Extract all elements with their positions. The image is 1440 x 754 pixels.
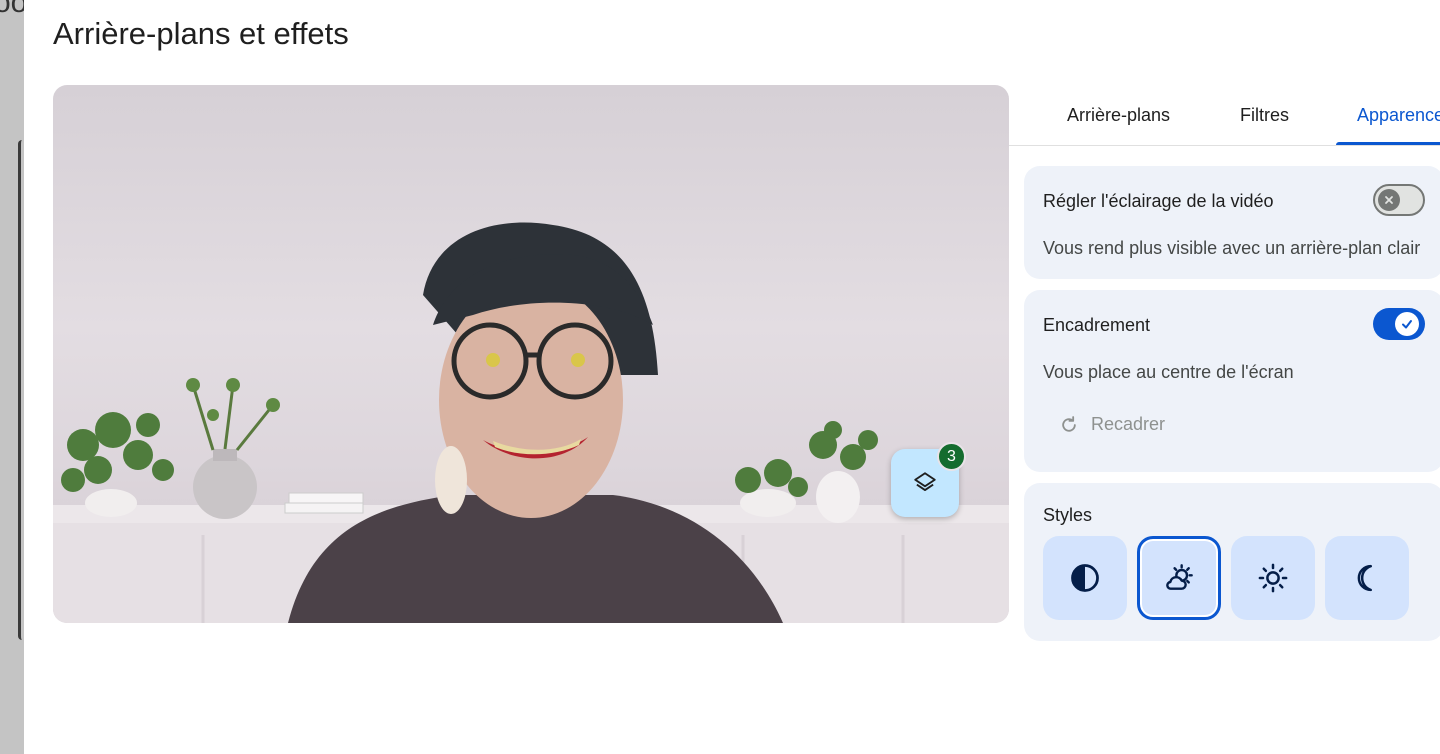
- framing-title: Encadrement: [1043, 315, 1151, 335]
- tab-bar: Arrière-plans Filtres Apparence: [1009, 95, 1440, 146]
- framing-description: Vous place au centre de l'écran: [1043, 362, 1294, 382]
- styles-title: Styles: [1043, 505, 1093, 525]
- self-view-video: [53, 222, 1009, 623]
- plant-left: [61, 412, 174, 517]
- effects-count-badge: 3: [937, 442, 966, 471]
- active-tab-indicator: [1336, 142, 1440, 145]
- styles-card: Styles: [1024, 483, 1440, 641]
- sun-icon: [1258, 563, 1288, 593]
- books: [284, 492, 364, 514]
- layers-icon: [914, 472, 936, 492]
- lighting-toggle[interactable]: [1373, 184, 1425, 216]
- lighting-description: Vous rend plus visible avec un arrière-p…: [1043, 238, 1421, 258]
- framing-card: Encadrement Vous place au centre de l'éc…: [1024, 290, 1440, 472]
- check-icon: [1402, 320, 1412, 329]
- style-option-partly-cloudy[interactable]: [1137, 536, 1221, 620]
- contrast-icon: [1071, 564, 1099, 592]
- tab-appearance[interactable]: Apparence: [1357, 105, 1440, 126]
- partly-cloudy-icon: [1166, 564, 1193, 590]
- framing-toggle[interactable]: [1373, 308, 1425, 340]
- video-preview: [53, 85, 1009, 623]
- reframe-button[interactable]: Recadrer: [1059, 414, 1165, 435]
- lighting-title: Régler l'éclairage de la vidéo: [1043, 191, 1274, 211]
- style-option-contrast[interactable]: [1043, 536, 1127, 620]
- moon-icon: [1357, 564, 1372, 592]
- person: [288, 222, 783, 623]
- lighting-card: Régler l'éclairage de la vidéo Vous rend…: [1024, 166, 1440, 279]
- vase-left: [186, 378, 280, 519]
- tab-filters[interactable]: Filtres: [1240, 105, 1289, 126]
- close-icon: [1385, 196, 1393, 204]
- style-option-moon[interactable]: [1325, 536, 1409, 620]
- style-option-sun[interactable]: [1231, 536, 1315, 620]
- refresh-icon: [1062, 415, 1076, 432]
- dialog-title: Arrière-plans et effets: [53, 16, 349, 51]
- background-app: oo: [0, 0, 27, 754]
- reframe-label: Recadrer: [1091, 414, 1166, 434]
- tab-backgrounds[interactable]: Arrière-plans: [1067, 105, 1170, 126]
